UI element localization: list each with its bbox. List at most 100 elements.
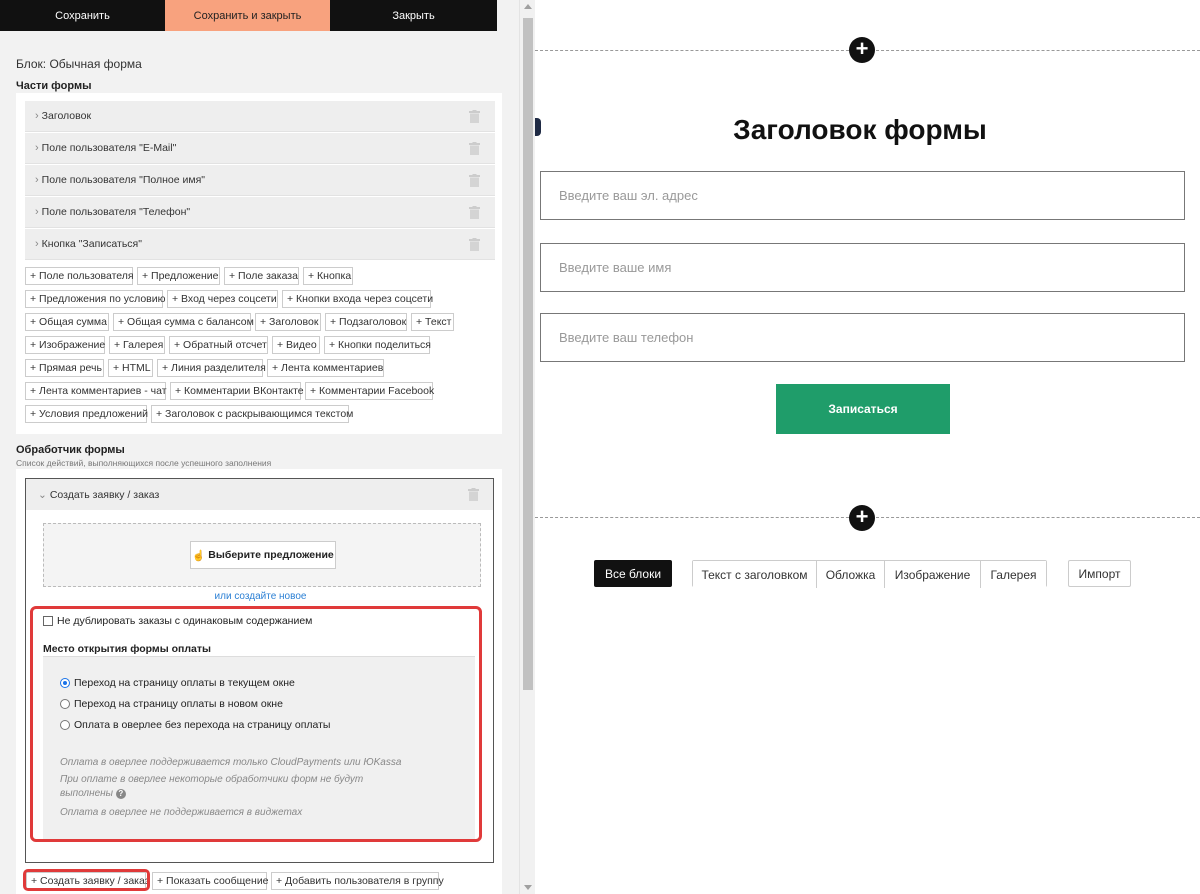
highlight-frame	[23, 869, 150, 891]
email-field[interactable]	[540, 171, 1185, 220]
overlay-note-continued: выполнены	[60, 788, 113, 799]
add-user-field-button[interactable]: + Поле пользователя	[25, 267, 134, 285]
add-total-button[interactable]: + Общая сумма	[25, 313, 109, 331]
help-icon[interactable]: ?	[115, 789, 126, 799]
chevron-right-icon: ›	[35, 206, 39, 218]
add-conditional-offers-button[interactable]: + Предложения по условию	[25, 290, 166, 308]
trash-icon[interactable]	[468, 488, 479, 501]
form-part-label: Кнопка "Записаться"	[41, 238, 142, 250]
add-block-plus-icon[interactable]: +	[849, 37, 875, 63]
add-social-login-button[interactable]: + Вход через соцсети	[167, 290, 278, 308]
add-divider-button[interactable]: + Линия разделителя	[157, 359, 266, 377]
add-facebook-comments-button[interactable]: + Комментарии Facebook	[305, 382, 434, 400]
trash-icon[interactable]	[469, 110, 480, 123]
add-gallery-button[interactable]: + Галерея	[109, 336, 165, 354]
form-part-item[interactable]: › Поле пользователя "Полное имя"	[25, 165, 495, 196]
form-title: Заголовок формы	[733, 114, 987, 145]
close-button[interactable]: Закрыть	[330, 0, 497, 31]
add-order-field-button[interactable]: + Поле заказа	[224, 267, 299, 285]
overlay-note: При оплате в оверлее некоторые обработчи…	[60, 774, 364, 785]
form-handler-heading: Обработчик формы	[16, 444, 125, 456]
add-heading-button[interactable]: + Заголовок	[255, 313, 321, 331]
phone-field[interactable]	[540, 313, 1185, 362]
chevron-down-icon: ⌄	[38, 488, 47, 501]
chevron-right-icon: ›	[35, 174, 39, 186]
filter-image[interactable]: Изображение	[885, 561, 981, 588]
submit-button[interactable]: Записаться	[776, 384, 950, 434]
trash-icon[interactable]	[469, 238, 480, 251]
add-html-button[interactable]: + HTML	[108, 359, 153, 377]
radio-icon[interactable]	[60, 699, 70, 709]
add-expandable-heading-button[interactable]: + Заголовок с раскрывающимся текстом	[151, 405, 353, 423]
filter-cover[interactable]: Обложка	[817, 561, 885, 588]
payment-place-options: Переход на страницу оплаты в текущем окн…	[43, 656, 475, 839]
choose-offer-button[interactable]: ☝ Выберите предложение	[190, 541, 336, 569]
save-button[interactable]: Сохранить	[0, 0, 165, 31]
form-handler-subheading: Список действий, выполняющихся после усп…	[16, 458, 272, 468]
form-part-item[interactable]: › Поле пользователя "E-Mail"	[25, 133, 495, 164]
add-button-button[interactable]: + Кнопка	[303, 267, 353, 285]
payment-option-current-window[interactable]: Переход на страницу оплаты в текущем окн…	[60, 677, 295, 689]
form-part-label: Поле пользователя "Полное имя"	[41, 174, 206, 186]
no-duplicate-label: Не дублировать заказы с одинаковым содер…	[57, 615, 313, 627]
trash-icon[interactable]	[469, 206, 480, 219]
add-text-button[interactable]: + Текст	[411, 313, 454, 331]
form-part-item[interactable]: › Заголовок	[25, 101, 495, 132]
create-new-offer-link[interactable]: или создайте новое	[26, 591, 495, 602]
filter-text-with-heading[interactable]: Текст с заголовком	[693, 561, 817, 588]
add-comments-feed-button[interactable]: + Лента комментариев	[267, 359, 384, 377]
add-subheading-button[interactable]: + Подзаголовок	[325, 313, 407, 331]
no-duplicate-checkbox[interactable]	[43, 616, 53, 626]
page-preview: + Заголовок формы Записаться + Все блоки…	[535, 0, 1200, 894]
scrollbar[interactable]	[519, 0, 535, 894]
overlay-note: Оплата в оверлее не поддерживается в вид…	[60, 807, 303, 818]
form-parts-heading: Части формы	[16, 80, 92, 92]
trash-icon[interactable]	[469, 174, 480, 187]
scroll-up-icon[interactable]	[524, 4, 532, 9]
chevron-right-icon: ›	[35, 238, 39, 250]
payment-option-new-window[interactable]: Переход на страницу оплаты в новом окне	[60, 698, 283, 710]
add-offer-button[interactable]: + Предложение	[137, 267, 220, 285]
filter-group: Текст с заголовком Обложка Изображение Г…	[692, 560, 1047, 588]
block-title: Блок: Обычная форма	[16, 57, 142, 71]
scrollbar-thumb[interactable]	[523, 18, 533, 690]
add-share-buttons-button[interactable]: + Кнопки поделиться	[324, 336, 431, 354]
add-countdown-button[interactable]: + Обратный отсчет	[169, 336, 268, 354]
form-parts-list: › Заголовок › Поле пользователя "E-Mail"…	[16, 93, 502, 434]
payment-option-label: Переход на страницу оплаты в новом окне	[74, 698, 283, 710]
name-field[interactable]	[540, 243, 1185, 292]
add-social-login-buttons-button[interactable]: + Кнопки входа через соцсети	[282, 290, 433, 308]
payment-option-overlay[interactable]: Оплата в оверлее без перехода на страниц…	[60, 719, 330, 731]
import-button[interactable]: Импорт	[1068, 560, 1131, 587]
form-part-label: Поле пользователя "Телефон"	[41, 206, 191, 218]
add-video-button[interactable]: + Видео	[272, 336, 320, 354]
save-and-close-button[interactable]: Сохранить и закрыть	[165, 0, 330, 31]
add-block-plus-icon[interactable]: +	[849, 505, 875, 531]
add-quote-button[interactable]: + Прямая речь	[25, 359, 104, 377]
add-comments-chat-button[interactable]: + Лента комментариев - чат	[25, 382, 167, 400]
add-offer-terms-button[interactable]: + Условия предложений	[25, 405, 148, 423]
editor-panel: Сохранить Сохранить и закрыть Закрыть Бл…	[0, 0, 535, 894]
payment-option-label: Оплата в оверлее без перехода на страниц…	[74, 719, 331, 731]
radio-icon[interactable]	[60, 720, 70, 730]
action-title: Создать заявку / заказ	[49, 488, 160, 501]
add-user-to-group-button[interactable]: + Добавить пользователя в группу	[271, 872, 444, 890]
pointer-hand-icon: ☝	[192, 549, 206, 562]
form-part-label: Поле пользователя "E-Mail"	[41, 142, 177, 154]
form-part-item[interactable]: › Поле пользователя "Телефон"	[25, 197, 495, 228]
payment-place-heading: Место открытия формы оплаты	[43, 643, 211, 655]
filter-all-blocks[interactable]: Все блоки	[594, 560, 672, 587]
form-part-item[interactable]: › Кнопка "Записаться"	[25, 229, 495, 260]
no-duplicate-checkbox-row[interactable]: Не дублировать заказы с одинаковым содер…	[43, 615, 312, 627]
add-image-button[interactable]: + Изображение	[25, 336, 105, 354]
filter-gallery[interactable]: Галерея	[981, 561, 1046, 588]
add-total-balance-button[interactable]: + Общая сумма с балансом	[113, 313, 254, 331]
scroll-down-icon[interactable]	[524, 885, 532, 890]
add-show-message-button[interactable]: + Показать сообщение	[152, 872, 269, 890]
choose-offer-label: Выберите предложение	[208, 549, 334, 561]
add-vk-comments-button[interactable]: + Комментарии ВКонтакте	[170, 382, 304, 400]
radio-selected-icon[interactable]	[60, 678, 70, 688]
offer-select-area: ☝ Выберите предложение	[43, 523, 481, 587]
trash-icon[interactable]	[469, 142, 480, 155]
action-header[interactable]: ⌄ Создать заявку / заказ	[26, 479, 493, 510]
